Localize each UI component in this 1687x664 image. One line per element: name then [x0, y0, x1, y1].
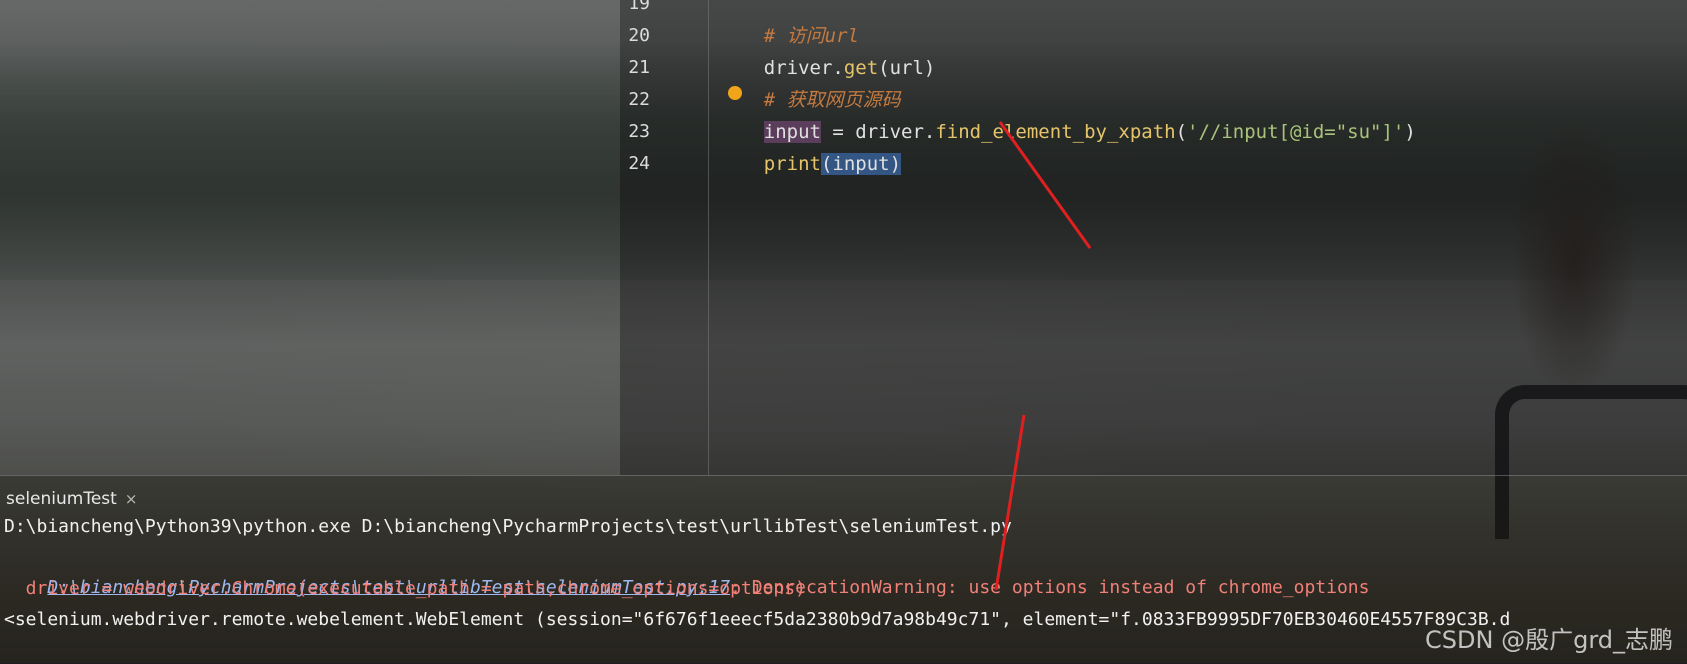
line-number: 24: [628, 153, 650, 174]
code-line[interactable]: # 访问url: [718, 0, 859, 47]
line-number-gutter: 19 20 21 22 23 24: [620, 0, 709, 475]
code-token: ): [1404, 121, 1416, 143]
close-icon[interactable]: ×: [125, 488, 138, 510]
console-line: driver = webdriver.Chrome(executable_pat…: [4, 578, 806, 599]
line-number: 23: [628, 121, 650, 142]
line-number: 21: [628, 57, 650, 78]
code-line[interactable]: input = driver.find_element_by_xpath('//…: [718, 84, 1416, 143]
code-editor[interactable]: 19 20 21 22 23 24 # 访问url driver.get(url…: [620, 0, 1687, 475]
code-line[interactable]: # 获取网页源码: [718, 52, 901, 111]
line-number: 22: [628, 89, 650, 110]
console-line: <selenium.webdriver.remote.webelement.We…: [4, 609, 1511, 630]
string-literal: '//input[@id="su"]': [1187, 121, 1405, 143]
argument-highlight: (input): [820, 153, 902, 175]
code-line[interactable]: driver.get(url): [718, 20, 936, 79]
code-token: (: [1175, 121, 1188, 143]
line-number: 19: [628, 0, 650, 14]
console-line: D:\biancheng\PycharmProjects\test\urllib…: [4, 543, 1369, 598]
left-panel-shade: [0, 0, 620, 475]
run-tab-label: seleniumTest: [6, 489, 117, 509]
code-line[interactable]: print(input): [718, 116, 902, 175]
function-name: print: [763, 153, 821, 175]
function-name: find_element_by_xpath: [935, 121, 1176, 143]
intention-bulb-icon[interactable]: [728, 86, 742, 100]
line-number: 20: [628, 25, 650, 46]
run-tab[interactable]: seleniumTest ×: [6, 488, 137, 510]
warning-message: : DeprecationWarning: use options instea…: [730, 577, 1370, 598]
console-line: D:\biancheng\Python39\python.exe D:\bian…: [4, 516, 1012, 537]
watermark: CSDN @殷广grd_志鹏: [1425, 626, 1673, 654]
